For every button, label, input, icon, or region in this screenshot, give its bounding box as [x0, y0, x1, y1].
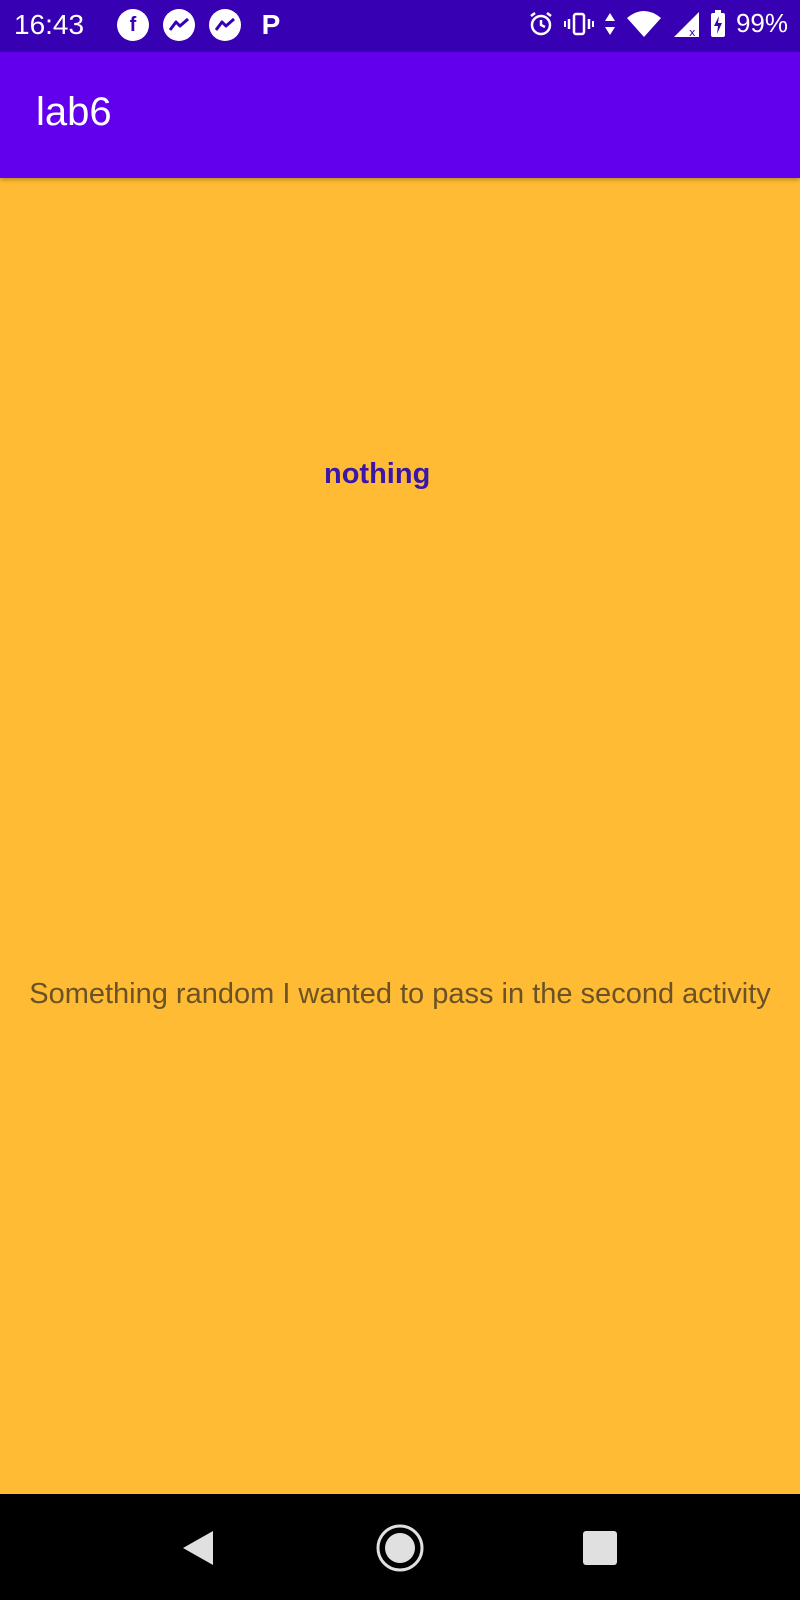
status-time: 16:43 — [14, 9, 85, 40]
recents-icon[interactable] — [576, 1524, 624, 1572]
messenger-icon — [163, 9, 195, 41]
notification-icons: f P — [117, 9, 287, 41]
svg-text:x: x — [689, 26, 696, 38]
nothing-label: nothing — [324, 458, 431, 490]
p-app-icon: P — [261, 9, 281, 40]
app-bar: lab6 — [0, 52, 800, 178]
home-icon[interactable] — [376, 1524, 424, 1572]
status-bar: 16:43 f P x 99% — [0, 0, 800, 52]
messenger-icon — [209, 9, 241, 41]
wifi-icon — [626, 10, 662, 38]
back-icon[interactable] — [174, 1524, 222, 1572]
system-status-icons: x 99% — [528, 8, 788, 39]
data-arrows-icon — [604, 11, 616, 37]
screen: 16:43 f P x 99% lab6 nothing Something r… — [0, 0, 800, 1600]
battery-percentage: 99% — [735, 8, 788, 38]
passed-message-text: Something random I wanted to pass in the… — [29, 978, 771, 1010]
cell-signal-icon: x — [672, 10, 700, 38]
vibrate-icon — [563, 11, 594, 37]
facebook-icon: f — [117, 9, 149, 41]
battery-icon — [710, 9, 726, 38]
alarm-icon — [528, 11, 554, 37]
navigation-bar — [0, 1494, 800, 1600]
app-title: lab6 — [36, 90, 112, 134]
